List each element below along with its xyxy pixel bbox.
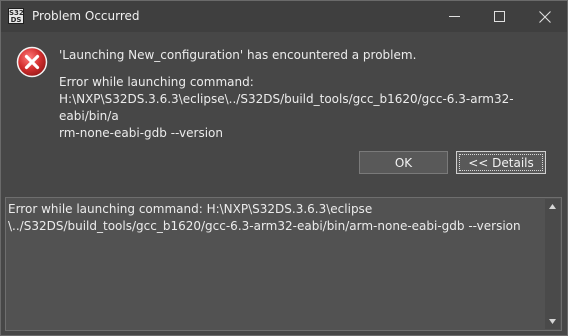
scroll-down-button[interactable]: [545, 314, 560, 329]
details-text: Error while launching command: H:\NXP\S3…: [8, 202, 521, 233]
window-title: Problem Occurred: [32, 9, 140, 23]
close-icon: [538, 10, 551, 23]
ok-button[interactable]: OK: [359, 151, 448, 174]
scroll-up-button[interactable]: [545, 199, 560, 214]
error-headline: 'Launching New_configuration' has encoun…: [59, 48, 417, 62]
chevron-up-icon: [549, 204, 556, 209]
dialog-window: S32 DS Problem Occurred 'Launching New_c…: [0, 0, 568, 336]
title-bar[interactable]: S32 DS Problem Occurred: [1, 1, 567, 32]
message-area: 'Launching New_configuration' has encoun…: [1, 32, 567, 187]
chevron-down-icon: [549, 319, 556, 324]
error-detail-line: H:\NXP\S32DS.3.6.3\eclipse\../S32DS/buil…: [59, 92, 514, 123]
app-icon: S32 DS: [8, 8, 24, 24]
focus-ring: [459, 154, 543, 171]
vertical-scrollbar[interactable]: [545, 199, 560, 329]
maximize-button[interactable]: [477, 1, 522, 32]
minimize-button[interactable]: [432, 1, 477, 32]
error-detail-line: Error while launching command:: [59, 75, 254, 89]
error-detail-line: rm-none-eabi-gdb --version: [59, 126, 223, 140]
details-textarea[interactable]: Error while launching command: H:\NXP\S3…: [5, 197, 562, 331]
close-button[interactable]: [522, 1, 567, 32]
details-button[interactable]: << Details: [456, 151, 546, 174]
maximize-icon: [494, 11, 505, 22]
error-icon: [16, 46, 48, 78]
error-detail: Error while launching command: H:\NXP\S3…: [59, 74, 559, 142]
minimize-icon: [449, 16, 460, 17]
